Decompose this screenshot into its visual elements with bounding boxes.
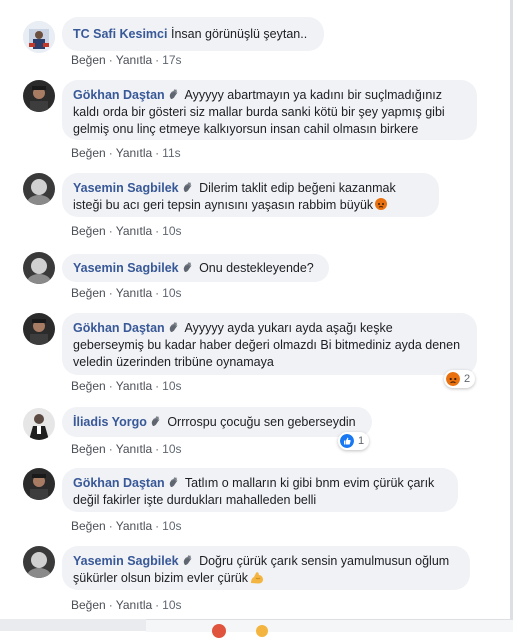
comment-bubble: Gökhan Daştan Ayyyyy abartmayın ya kadın…	[62, 80, 477, 140]
separator: ·	[155, 224, 160, 238]
comment-time[interactable]: 17s	[162, 53, 181, 67]
separator: ·	[155, 442, 160, 456]
reply-link[interactable]: Yanıtla	[116, 379, 152, 393]
comment-author[interactable]: Yasemin Sagbilek	[73, 181, 179, 195]
avatar[interactable]	[23, 252, 55, 284]
reply-link[interactable]: Yanıtla	[116, 598, 152, 612]
avatar[interactable]	[23, 173, 55, 205]
angry-face-icon	[375, 198, 388, 210]
red-circle-icon[interactable]	[212, 624, 226, 638]
comment-bubble: Yasemin Sagbilek Doğru çürük çarık sensi…	[62, 546, 470, 590]
comment-bubble: TC Safi Kesimci İnsan görünüşlü şeytan..	[62, 17, 324, 51]
comment-bubble: Yasemin Sagbilek Onu destekleyende?	[62, 254, 329, 282]
reply-link[interactable]: Yanıtla	[116, 53, 152, 67]
comment-time[interactable]: 10s	[162, 379, 181, 393]
comment-text: İnsan görünüşlü şeytan..	[170, 27, 308, 41]
separator: ·	[155, 598, 160, 612]
bottom-bar	[146, 619, 513, 638]
avatar[interactable]	[23, 408, 55, 440]
separator: ·	[155, 146, 160, 160]
comment-time[interactable]: 10s	[162, 519, 181, 533]
comment-time[interactable]: 10s	[162, 442, 181, 456]
reply-link[interactable]: Yanıtla	[116, 146, 152, 160]
comment-bubble: Yasemin Sagbilek Dilerim taklit edip beğ…	[62, 173, 439, 217]
avatar[interactable]	[23, 468, 55, 500]
reaction-count: 1	[358, 435, 365, 447]
comment-author[interactable]: TC Safi Kesimci	[73, 27, 167, 41]
like-link[interactable]: Beğen	[71, 286, 106, 300]
separator: ·	[108, 53, 113, 67]
comment-actions: Beğen · Yanıtla · 11s	[71, 146, 181, 160]
comment-time[interactable]: 10s	[162, 224, 181, 238]
reaction-count: 2	[464, 373, 471, 385]
separator: ·	[155, 286, 160, 300]
thumbs-up-icon	[340, 434, 354, 448]
like-link[interactable]: Beğen	[71, 598, 106, 612]
waving-hand-icon	[168, 88, 180, 100]
separator: ·	[108, 286, 113, 300]
comment-bubble: İliadis Yorgo Orrrospu çocuğu sen gebers…	[62, 407, 372, 437]
avatar[interactable]	[23, 546, 55, 578]
comment-author[interactable]: Gökhan Daştan	[73, 88, 165, 102]
waving-hand-icon	[168, 476, 180, 488]
like-link[interactable]: Beğen	[71, 519, 106, 533]
separator: ·	[155, 53, 160, 67]
comment-author[interactable]: Yasemin Sagbilek	[73, 261, 179, 275]
separator: ·	[108, 598, 113, 612]
comment-text: Onu destekleyende?	[195, 261, 314, 275]
comment-author[interactable]: İliadis Yorgo	[73, 415, 147, 429]
like-link[interactable]: Beğen	[71, 224, 106, 238]
comment-actions: Beğen · Yanıtla · 10s	[71, 379, 182, 393]
comment-time[interactable]: 11s	[162, 146, 180, 160]
comment-actions: Beğen · Yanıtla · 17s	[71, 53, 182, 67]
separator: ·	[155, 379, 160, 393]
separator: ·	[155, 519, 160, 533]
reply-link[interactable]: Yanıtla	[116, 224, 152, 238]
reply-link[interactable]: Yanıtla	[116, 442, 152, 456]
like-link[interactable]: Beğen	[71, 146, 106, 160]
separator: ·	[108, 519, 113, 533]
waving-hand-icon	[168, 321, 180, 333]
separator: ·	[108, 442, 113, 456]
separator: ·	[108, 146, 113, 160]
reaction-count-badge[interactable]: 2	[444, 370, 476, 388]
like-link[interactable]: Beğen	[71, 379, 106, 393]
reply-link[interactable]: Yanıtla	[116, 286, 152, 300]
angry-face-icon	[446, 372, 460, 386]
reply-link[interactable]: Yanıtla	[116, 519, 152, 533]
comment-time[interactable]: 10s	[162, 598, 181, 612]
waving-hand-icon	[182, 261, 194, 273]
reaction-count-badge[interactable]: 1	[338, 432, 370, 450]
bottom-toolbar	[0, 619, 513, 638]
avatar[interactable]	[23, 21, 55, 53]
comment-author[interactable]: Gökhan Daştan	[73, 321, 165, 335]
comment-bubble: Gökhan Daştan Tatlım o malların ki gibi …	[62, 468, 458, 512]
yellow-circle-icon[interactable]	[256, 625, 268, 637]
comment-time[interactable]: 10s	[162, 286, 181, 300]
comment-text: Orrrospu çocuğu sen geberseydin	[163, 415, 356, 429]
waving-hand-icon	[182, 181, 194, 193]
comment-actions: Beğen · Yanıtla · 10s	[71, 286, 182, 300]
flexed-biceps-icon	[251, 572, 264, 584]
avatar[interactable]	[23, 80, 55, 112]
waving-hand-icon	[150, 415, 162, 427]
avatar[interactable]	[23, 313, 55, 345]
comment-actions: Beğen · Yanıtla · 10s	[71, 519, 182, 533]
comment-author[interactable]: Yasemin Sagbilek	[73, 554, 179, 568]
like-link[interactable]: Beğen	[71, 53, 106, 67]
like-link[interactable]: Beğen	[71, 442, 106, 456]
separator: ·	[108, 379, 113, 393]
waving-hand-icon	[182, 554, 194, 566]
comment-actions: Beğen · Yanıtla · 10s	[71, 442, 182, 456]
comment-author[interactable]: Gökhan Daştan	[73, 476, 165, 490]
comment-actions: Beğen · Yanıtla · 10s	[71, 224, 182, 238]
comment-actions: Beğen · Yanıtla · 10s	[71, 598, 182, 612]
separator: ·	[108, 224, 113, 238]
comment-bubble: Gökhan Daştan Ayyyyy ayda yukarı ayda aş…	[62, 313, 477, 375]
